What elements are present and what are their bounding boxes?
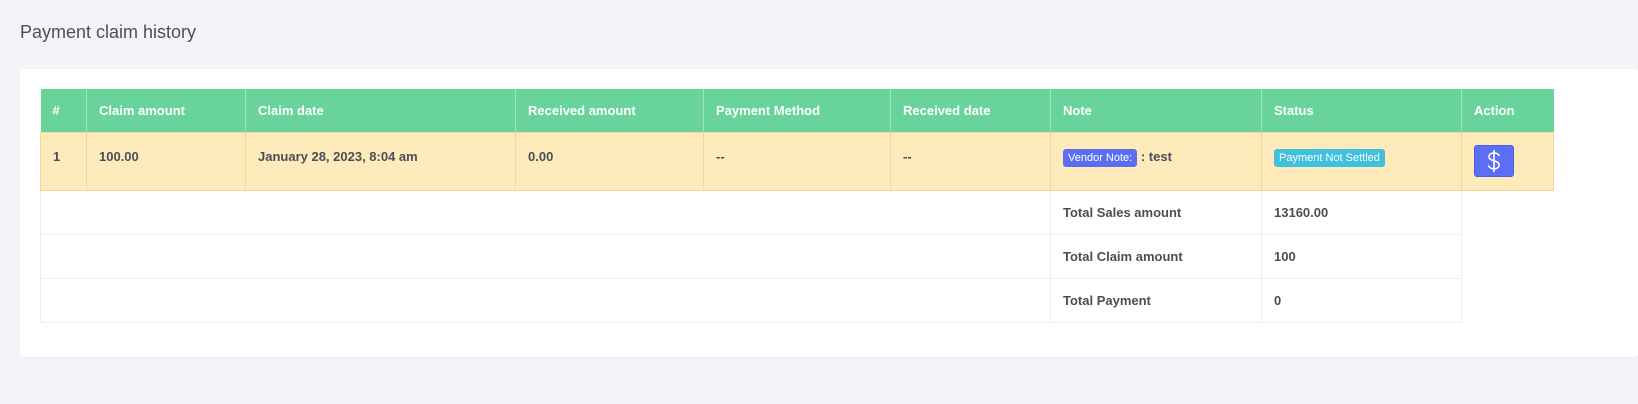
cell-claim-date: January 28, 2023, 8:04 am	[245, 131, 516, 191]
claim-history-table: # Claim amount Claim date Received amoun…	[40, 89, 1554, 323]
page-title: Payment claim history	[20, 22, 197, 42]
totals-spacer	[40, 234, 1051, 279]
header-action: Action	[1461, 89, 1554, 132]
header-claim-date: Claim date	[245, 89, 516, 132]
total-payment-value: 0	[1261, 278, 1462, 323]
note-text: : test	[1140, 148, 1172, 164]
header-received-date: Received date	[890, 89, 1051, 132]
total-claim-value: 100	[1261, 234, 1462, 279]
claim-history-card: # Claim amount Claim date Received amoun…	[20, 69, 1638, 357]
total-claim-label: Total Claim amount	[1050, 234, 1262, 279]
dollar-icon	[1488, 149, 1500, 172]
totals-action-spacer	[1462, 234, 1554, 278]
header-note: Note	[1050, 89, 1262, 132]
total-sales-value: 13160.00	[1261, 190, 1462, 235]
table-row: 1 100.00 January 28, 2023, 8:04 am 0.00 …	[40, 131, 1554, 191]
cell-claim-amount: 100.00	[86, 131, 246, 191]
total-claim-row: Total Claim amount 100	[40, 234, 1554, 279]
cell-index: 1	[40, 131, 87, 191]
cell-action	[1461, 131, 1554, 191]
header-index: #	[40, 89, 87, 132]
header-payment-method: Payment Method	[703, 89, 891, 132]
totals-spacer	[40, 278, 1051, 323]
header-received-amount: Received amount	[515, 89, 704, 132]
vendor-note-badge: Vendor Note:	[1063, 148, 1138, 167]
totals-action-spacer	[1462, 278, 1554, 322]
cell-payment-method: --	[703, 131, 891, 191]
cell-received-amount: 0.00	[515, 131, 704, 191]
totals-spacer	[40, 190, 1051, 235]
total-sales-label: Total Sales amount	[1050, 190, 1262, 235]
header-claim-amount: Claim amount	[86, 89, 246, 132]
status-badge: Payment Not Settled	[1274, 148, 1385, 167]
total-payment-label: Total Payment	[1050, 278, 1262, 323]
pay-claim-button[interactable]	[1474, 144, 1514, 177]
table-header-row: # Claim amount Claim date Received amoun…	[40, 89, 1554, 132]
total-payment-row: Total Payment 0	[40, 278, 1554, 323]
cell-note: Vendor Note: : test	[1050, 131, 1262, 191]
cell-received-date: --	[890, 131, 1051, 191]
total-sales-row: Total Sales amount 13160.00	[40, 190, 1554, 235]
cell-status: Payment Not Settled	[1261, 131, 1462, 191]
header-status: Status	[1261, 89, 1462, 132]
totals-action-spacer	[1462, 190, 1554, 234]
